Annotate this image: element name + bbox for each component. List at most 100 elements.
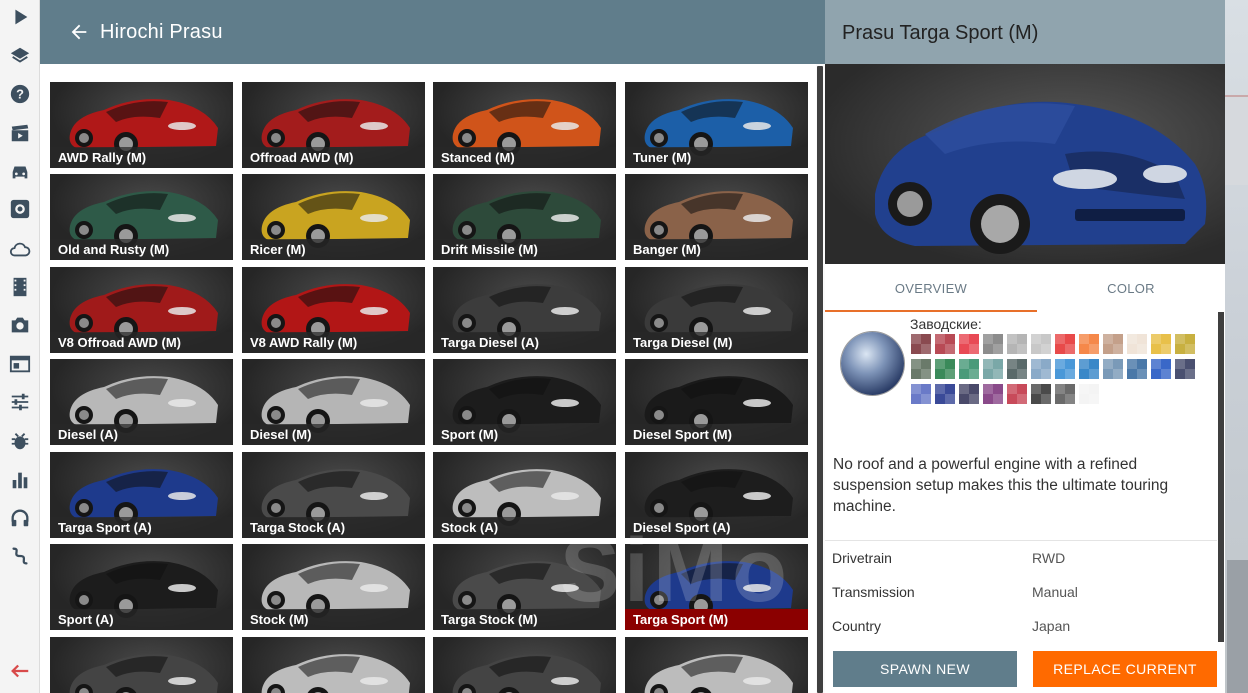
config-tile[interactable]: AWD Rally (M) <box>50 82 233 168</box>
gear-box-icon[interactable] <box>7 196 33 222</box>
config-tile[interactable] <box>50 637 233 693</box>
config-tile[interactable]: Diesel (M) <box>242 359 425 445</box>
config-label: Stock (M) <box>242 609 425 630</box>
color-swatch[interactable] <box>959 359 979 379</box>
color-swatch[interactable] <box>911 359 931 379</box>
config-tile[interactable]: Targa Stock (A) <box>242 452 425 538</box>
help-icon[interactable]: ? <box>7 81 33 107</box>
config-tile[interactable]: Stock (A) <box>433 452 616 538</box>
clapper-icon[interactable] <box>7 120 33 146</box>
config-tile[interactable]: Targa Sport (M) <box>625 544 808 630</box>
paint-preview-sphere <box>841 332 904 395</box>
color-swatch[interactable] <box>983 359 1003 379</box>
color-swatch[interactable] <box>1103 359 1123 379</box>
color-swatch[interactable] <box>1079 384 1099 404</box>
config-label: V8 Offroad AWD (M) <box>50 332 233 353</box>
config-tile[interactable]: Targa Diesel (M) <box>625 267 808 353</box>
config-tile[interactable]: Old and Rusty (M) <box>50 174 233 260</box>
color-swatch[interactable] <box>1127 359 1147 379</box>
config-tile[interactable]: Banger (M) <box>625 174 808 260</box>
play-icon[interactable] <box>7 4 33 30</box>
config-label: Diesel (M) <box>242 424 425 445</box>
details-scrollbar[interactable] <box>1218 312 1224 642</box>
config-tile[interactable] <box>625 637 808 693</box>
color-swatch[interactable] <box>1151 334 1171 354</box>
color-swatch[interactable] <box>1103 334 1123 354</box>
color-swatch[interactable] <box>1031 334 1051 354</box>
config-label: Banger (M) <box>625 239 808 260</box>
chart-icon[interactable] <box>7 467 33 493</box>
tab-overview[interactable]: OVERVIEW <box>825 264 1037 312</box>
background-scene <box>1225 0 1248 693</box>
config-tile[interactable]: Tuner (M) <box>625 82 808 168</box>
color-swatch[interactable] <box>1055 384 1075 404</box>
config-tile[interactable]: V8 AWD Rally (M) <box>242 267 425 353</box>
sliders-icon[interactable] <box>7 389 33 415</box>
config-tile[interactable]: Offroad AWD (M) <box>242 82 425 168</box>
config-tile[interactable] <box>242 637 425 693</box>
car-thumbnail <box>69 654 218 693</box>
window-icon[interactable] <box>7 351 33 377</box>
bug-icon[interactable] <box>7 428 33 454</box>
color-swatch[interactable] <box>1175 334 1195 354</box>
back-arrow-icon[interactable] <box>7 658 33 684</box>
config-label: Old and Rusty (M) <box>50 239 233 260</box>
color-swatch[interactable] <box>1055 334 1075 354</box>
color-swatch[interactable] <box>1007 359 1027 379</box>
film-icon[interactable] <box>7 274 33 300</box>
config-tile[interactable]: Sport (M) <box>433 359 616 445</box>
color-swatch[interactable] <box>1031 359 1051 379</box>
config-tile[interactable]: Targa Sport (A) <box>50 452 233 538</box>
color-swatch[interactable] <box>983 334 1003 354</box>
headphones-icon[interactable] <box>7 505 33 531</box>
back-arrow-icon[interactable] <box>68 21 90 43</box>
layers-icon[interactable] <box>7 43 33 69</box>
color-swatch[interactable] <box>1151 359 1171 379</box>
config-tile[interactable]: Diesel (A) <box>50 359 233 445</box>
config-tile[interactable]: Targa Diesel (A) <box>433 267 616 353</box>
details-header: Prasu Targa Sport (M) <box>825 0 1225 64</box>
color-swatch[interactable] <box>983 384 1003 404</box>
config-tile[interactable]: Diesel Sport (M) <box>625 359 808 445</box>
color-swatch[interactable] <box>935 384 955 404</box>
color-swatch[interactable] <box>959 384 979 404</box>
config-tile[interactable]: Sport (A) <box>50 544 233 630</box>
color-swatch[interactable] <box>1127 334 1147 354</box>
config-label: AWD Rally (M) <box>50 147 233 168</box>
config-label: Offroad AWD (M) <box>242 147 425 168</box>
config-tile[interactable]: Drift Missile (M) <box>433 174 616 260</box>
cloud-icon[interactable] <box>7 236 33 262</box>
route-icon[interactable] <box>7 543 33 569</box>
config-tile[interactable]: Ricer (M) <box>242 174 425 260</box>
color-swatch[interactable] <box>1079 359 1099 379</box>
color-swatch[interactable] <box>1079 334 1099 354</box>
details-tabs: OVERVIEW COLOR <box>825 264 1225 312</box>
color-swatch[interactable] <box>911 334 931 354</box>
color-swatch[interactable] <box>911 384 931 404</box>
spec-value: Manual <box>1032 584 1078 600</box>
tab-color[interactable]: COLOR <box>1025 264 1237 312</box>
config-tile[interactable] <box>433 637 616 693</box>
config-tile[interactable]: Diesel Sport (A) <box>625 452 808 538</box>
color-swatch[interactable] <box>935 334 955 354</box>
config-label: Diesel Sport (M) <box>625 424 808 445</box>
grid-scrollbar-thumb[interactable] <box>817 66 823 693</box>
color-swatch[interactable] <box>1055 359 1075 379</box>
car-thumbnail <box>261 654 410 693</box>
config-tile[interactable]: Stanced (M) <box>433 82 616 168</box>
color-swatch[interactable] <box>1007 334 1027 354</box>
color-swatch[interactable] <box>935 359 955 379</box>
config-tile[interactable]: Targa Stock (M) <box>433 544 616 630</box>
color-swatch[interactable] <box>1175 359 1195 379</box>
spawn-new-button[interactable]: SPAWN NEW <box>833 651 1017 687</box>
spec-value: Japan <box>1032 618 1071 634</box>
color-swatch[interactable] <box>1007 384 1027 404</box>
color-swatch[interactable] <box>959 334 979 354</box>
car-icon[interactable] <box>7 159 33 185</box>
config-tile[interactable]: V8 Offroad AWD (M) <box>50 267 233 353</box>
color-swatch[interactable] <box>1031 384 1051 404</box>
config-label: Targa Sport (M) <box>625 609 808 630</box>
camera-icon[interactable] <box>7 312 33 338</box>
config-tile[interactable]: Stock (M) <box>242 544 425 630</box>
replace-current-button[interactable]: REPLACE CURRENT <box>1033 651 1217 687</box>
